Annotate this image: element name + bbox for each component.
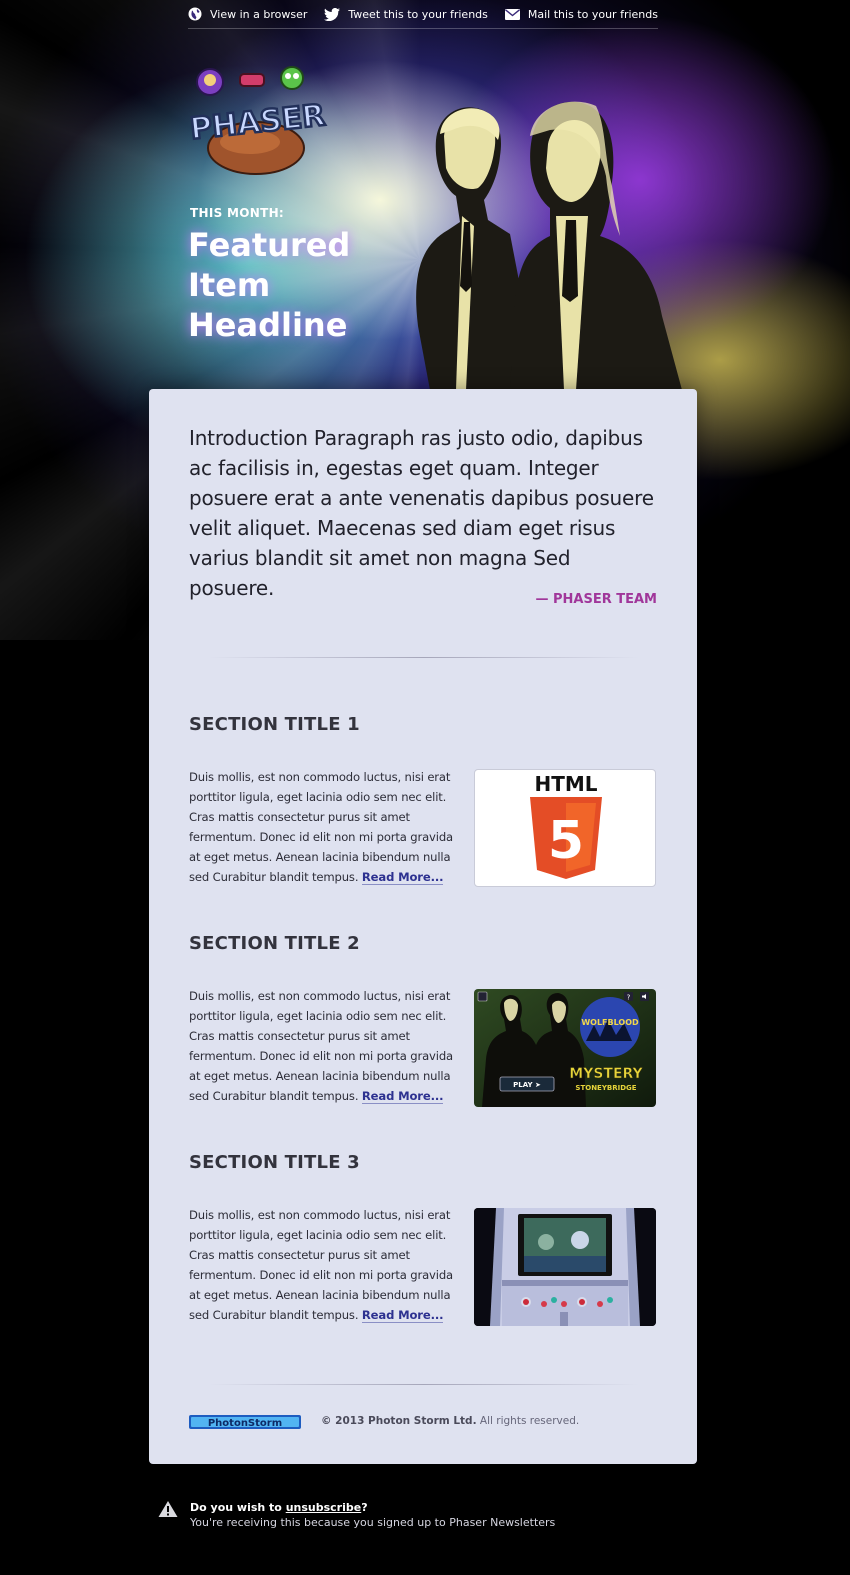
divider	[209, 657, 639, 658]
stoneybridge-subtitle: STONEYBRIDGE	[575, 1084, 636, 1092]
warning-icon	[158, 1501, 178, 1517]
html5-logo-text: HTML	[534, 772, 597, 796]
mystery-title: MYSTERY	[569, 1066, 643, 1082]
section-body-3-text: Duis mollis, est non commodo luctus, nis…	[189, 1208, 453, 1322]
svg-text:?: ?	[627, 994, 631, 1002]
copyright-rights: All rights reserved.	[479, 1415, 580, 1427]
this-month-kicker: THIS MONTH:	[190, 206, 285, 220]
section-title-1: SECTION TITLE 1	[189, 714, 360, 735]
section-body-3: Duis mollis, est non commodo luctus, nis…	[189, 1205, 459, 1325]
subscription-reason: You're receiving this because you signed…	[190, 1516, 556, 1529]
unsubscribe-suffix: ?	[361, 1501, 368, 1514]
view-in-browser-link[interactable]: View in a browser	[188, 7, 307, 21]
top-bar: View in a browser Tweet this to your fri…	[188, 0, 658, 29]
play-button-label: PLAY ➤	[513, 1081, 541, 1089]
section-body-1: Duis mollis, est non commodo luctus, nis…	[189, 767, 459, 887]
section-title-2: SECTION TITLE 2	[189, 933, 360, 954]
intro-paragraph: Introduction Paragraph ras justo odio, d…	[189, 426, 654, 600]
tweet-label: Tweet this to your friends	[348, 7, 488, 21]
section-3-image[interactable]	[474, 1208, 656, 1326]
exit-icon	[477, 991, 488, 1002]
signature: — PHASER TEAM	[535, 592, 657, 607]
mail-link[interactable]: Mail this to your friends	[504, 7, 658, 21]
read-more-link-2[interactable]: Read More...	[361, 1089, 444, 1104]
section-body-1-text: Duis mollis, est non commodo luctus, nis…	[189, 770, 453, 884]
phaser-logo[interactable]: PHASER	[188, 56, 328, 176]
unsubscribe-link[interactable]: unsubscribe	[286, 1501, 362, 1514]
globe-icon	[188, 7, 202, 21]
newsletter-card: Introduction Paragraph ras justo odio, d…	[149, 389, 697, 1464]
view-in-browser-label: View in a browser	[210, 7, 308, 21]
tweet-link[interactable]: Tweet this to your friends	[324, 7, 488, 21]
read-more-link-1[interactable]: Read More...	[361, 870, 444, 885]
mail-label: Mail this to your friends	[527, 7, 658, 21]
read-more-link-3[interactable]: Read More...	[361, 1308, 444, 1323]
wolfblood-game-thumbnail: WOLFBLOOD MYSTERY STONEYBRIDGE PLAY ➤ ?	[474, 989, 656, 1107]
photonstorm-logo-text: PhotonStorm	[208, 1418, 282, 1429]
html5-badge-text: 5	[548, 811, 584, 871]
envelope-icon	[504, 8, 520, 20]
footer-divider	[209, 1384, 639, 1385]
section-2-image[interactable]: WOLFBLOOD MYSTERY STONEYBRIDGE PLAY ➤ ?	[474, 989, 656, 1107]
section-title-3: SECTION TITLE 3	[189, 1152, 360, 1173]
photonstorm-logo[interactable]: PhotonStorm	[189, 1414, 301, 1430]
phaser-logo-text: PHASER	[188, 98, 326, 147]
section-1-image[interactable]: HTML 5	[474, 769, 656, 887]
section-body-2-text: Duis mollis, est non commodo luctus, nis…	[189, 989, 453, 1103]
twitter-bird-icon	[324, 7, 341, 21]
copyright-company: © 2013 Photon Storm Ltd.	[321, 1415, 477, 1427]
unsubscribe-question: Do you wish to unsubscribe?	[190, 1500, 555, 1515]
wolfblood-logo-text: WOLFBLOOD	[581, 1018, 639, 1027]
arcade-cabinet-image	[474, 1208, 656, 1326]
hero-photo	[416, 101, 682, 390]
unsubscribe-prefix: Do you wish to	[190, 1501, 286, 1514]
unsubscribe-notice: Do you wish to unsubscribe? You're recei…	[158, 1500, 555, 1530]
featured-headline: Featured Item Headline	[188, 226, 351, 344]
section-body-2: Duis mollis, est non commodo luctus, nis…	[189, 986, 459, 1106]
html5-logo: HTML 5	[530, 772, 602, 879]
copyright: © 2013 Photon Storm Ltd. All rights rese…	[321, 1415, 579, 1427]
